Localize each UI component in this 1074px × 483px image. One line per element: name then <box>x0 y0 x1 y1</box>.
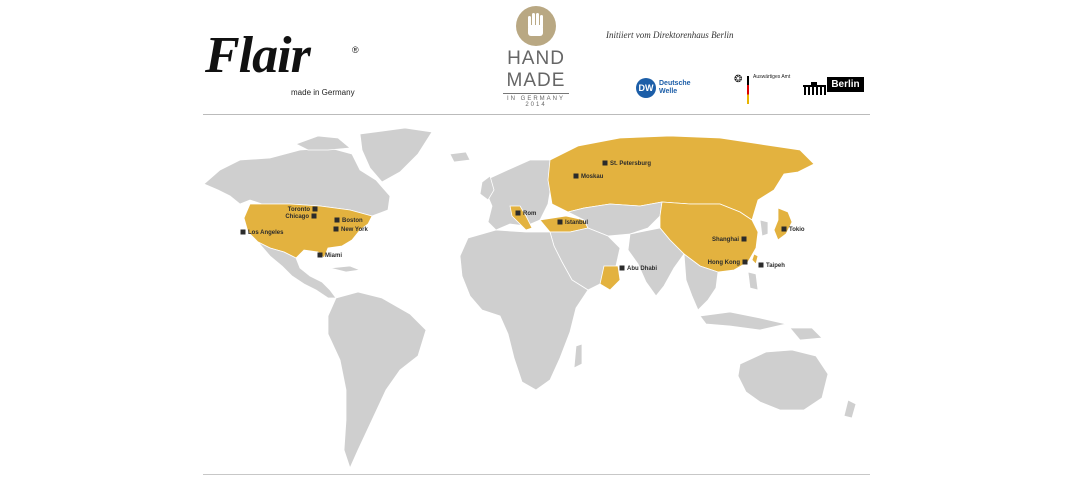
city-label: Los Angeles <box>248 230 284 236</box>
city-square-icon <box>333 226 339 232</box>
city-square-icon <box>602 160 608 166</box>
iceland <box>449 151 471 163</box>
australia <box>737 349 829 411</box>
german-flag-bar <box>747 76 749 104</box>
handmade-badge: HAND MADE IN GERMANY 2014 <box>500 6 572 111</box>
city-label: Rom <box>523 211 536 217</box>
indonesia <box>699 311 787 331</box>
header-divider <box>203 114 870 115</box>
dw-line-1: Deutsche <box>659 80 691 87</box>
flair-logo: Flair ® made in Germany <box>205 30 365 105</box>
city-square-icon <box>557 219 563 225</box>
city-marker-abu-dhabi: Abu Dhabi <box>619 265 657 272</box>
handmade-line-2: MADE <box>506 70 566 91</box>
taiwan <box>751 253 759 265</box>
dw-wordmark: Deutsche Welle <box>659 80 699 96</box>
japan <box>773 207 793 241</box>
city-label: Istanbul <box>565 220 588 226</box>
caribbean <box>329 265 362 273</box>
city-label: Abu Dhabi <box>627 266 657 272</box>
greenland <box>359 127 433 183</box>
city-marker-st-petersburg: St. Petersburg <box>602 160 651 167</box>
eagle-icon: ❂ <box>734 74 743 85</box>
handmade-divider <box>503 93 569 94</box>
city-square-icon <box>573 173 579 179</box>
initiative-text: Initiiert vom Direktorenhaus Berlin <box>606 30 734 40</box>
city-square-icon <box>312 206 318 212</box>
brandenburg-gate-icon <box>803 82 826 95</box>
city-square-icon <box>240 229 246 235</box>
madagascar <box>573 343 583 369</box>
city-label: Toronto <box>288 207 311 213</box>
handmade-line-1: HAND <box>507 48 565 69</box>
city-label: Chicago <box>285 214 309 220</box>
city-label: St. Petersburg <box>610 161 651 167</box>
berlin-logo: Berlin <box>803 77 865 95</box>
flair-wordmark: Flair <box>205 27 311 84</box>
footer-divider <box>203 474 870 475</box>
city-square-icon <box>758 262 764 268</box>
new-guinea <box>789 327 823 341</box>
city-marker-taipeh: Taipeh <box>758 262 785 269</box>
city-label: Taipeh <box>766 263 785 269</box>
handmade-line-4: 2014 <box>525 102 547 108</box>
arctic-islands <box>294 135 351 151</box>
city-square-icon <box>334 217 340 223</box>
city-square-icon <box>515 210 521 216</box>
south-america <box>327 291 427 470</box>
aa-label: Auswärtiges Amt <box>753 74 791 80</box>
city-square-icon <box>317 252 323 258</box>
hand-icon <box>516 6 556 46</box>
uae <box>599 265 621 291</box>
philippines <box>747 271 759 291</box>
city-marker-los-angeles: Los Angeles <box>240 229 284 236</box>
city-label: Hong Kong <box>708 260 741 266</box>
registered-mark: ® <box>352 45 359 55</box>
dw-mark: DW <box>636 78 656 98</box>
city-label: Miami <box>325 253 342 259</box>
korea <box>759 219 769 237</box>
auswaertiges-amt-logo: ❂ Auswärtiges Amt <box>734 72 794 106</box>
world-map: TorontoChicago Boston New York Los Angeles M… <box>203 127 857 470</box>
city-square-icon <box>781 226 787 232</box>
berlin-wordmark: Berlin <box>827 77 864 92</box>
city-label: Moskau <box>581 174 604 180</box>
city-square-icon <box>741 236 747 242</box>
city-label: Shanghai <box>712 237 739 243</box>
city-square-icon <box>742 259 748 265</box>
flair-tagline: made in Germany <box>291 88 355 97</box>
city-label: Tokio <box>789 227 805 233</box>
city-square-icon <box>619 265 625 271</box>
city-label: Boston <box>342 218 363 224</box>
city-label: New York <box>341 227 368 233</box>
new-zealand <box>843 399 857 419</box>
city-marker-miami: Miami <box>317 252 342 259</box>
dw-line-2: Welle <box>659 88 678 95</box>
city-square-icon <box>311 213 317 219</box>
